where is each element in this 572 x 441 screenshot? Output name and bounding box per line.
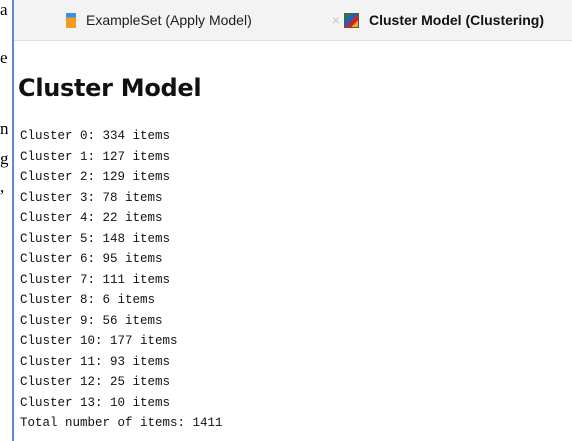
cluster-count-line: Cluster 9: 56 items — [20, 313, 163, 328]
cluster-count-line: Cluster 7: 111 items — [20, 272, 171, 287]
cluster-count-line: Cluster 8: 6 items — [20, 293, 156, 307]
tab-label: Cluster Model (Clustering) — [369, 12, 545, 28]
background-document-strip: a e n g , — [0, 0, 12, 441]
strip-letter: e — [0, 48, 8, 67]
tab-label: ExampleSet (Apply Model) — [86, 12, 252, 28]
cluster-count-line: Cluster 4: 22 items — [20, 211, 163, 225]
cluster-summary-list: Cluster 0: 334 items Cluster 1: 127 item… — [20, 126, 223, 434]
page-title: Cluster Model — [18, 74, 202, 102]
cluster-count-line: Cluster 5: 148 items — [20, 231, 171, 246]
cluster-count-line: Cluster 13: 10 items — [20, 395, 171, 410]
total-items-line: Total number of items: 1411 — [20, 416, 223, 430]
cluster-count-line: Cluster 11: 93 items — [20, 354, 171, 369]
tab-cluster-model-clustering[interactable]: Cluster Model (Clustering) × — [344, 0, 572, 40]
table-icon — [66, 12, 76, 28]
strip-letter: n — [0, 119, 9, 138]
strip-letter: a — [0, 0, 8, 19]
cluster-count-line: Cluster 0: 334 items — [20, 129, 171, 143]
cluster-count-line: Cluster 6: 95 items — [20, 252, 163, 266]
tab-exampleset-apply-model[interactable]: ExampleSet (Apply Model) × — [66, 0, 344, 40]
cluster-count-line: Cluster 1: 127 items — [20, 149, 171, 164]
cluster-count-line: Cluster 3: 78 items — [20, 190, 163, 205]
strip-letter: g — [0, 149, 9, 168]
cluster-count-line: Cluster 10: 177 items — [20, 334, 178, 348]
results-panel: ExampleSet (Apply Model) × Cluster Model… — [12, 0, 572, 441]
result-tab-bar: ExampleSet (Apply Model) × Cluster Model… — [14, 0, 572, 41]
cluster-count-line: Cluster 2: 129 items — [20, 170, 171, 184]
cluster-count-line: Cluster 12: 25 items — [20, 375, 171, 389]
cluster-model-icon — [344, 12, 359, 28]
close-icon[interactable]: × — [332, 12, 340, 28]
strip-letter: , — [0, 177, 5, 196]
